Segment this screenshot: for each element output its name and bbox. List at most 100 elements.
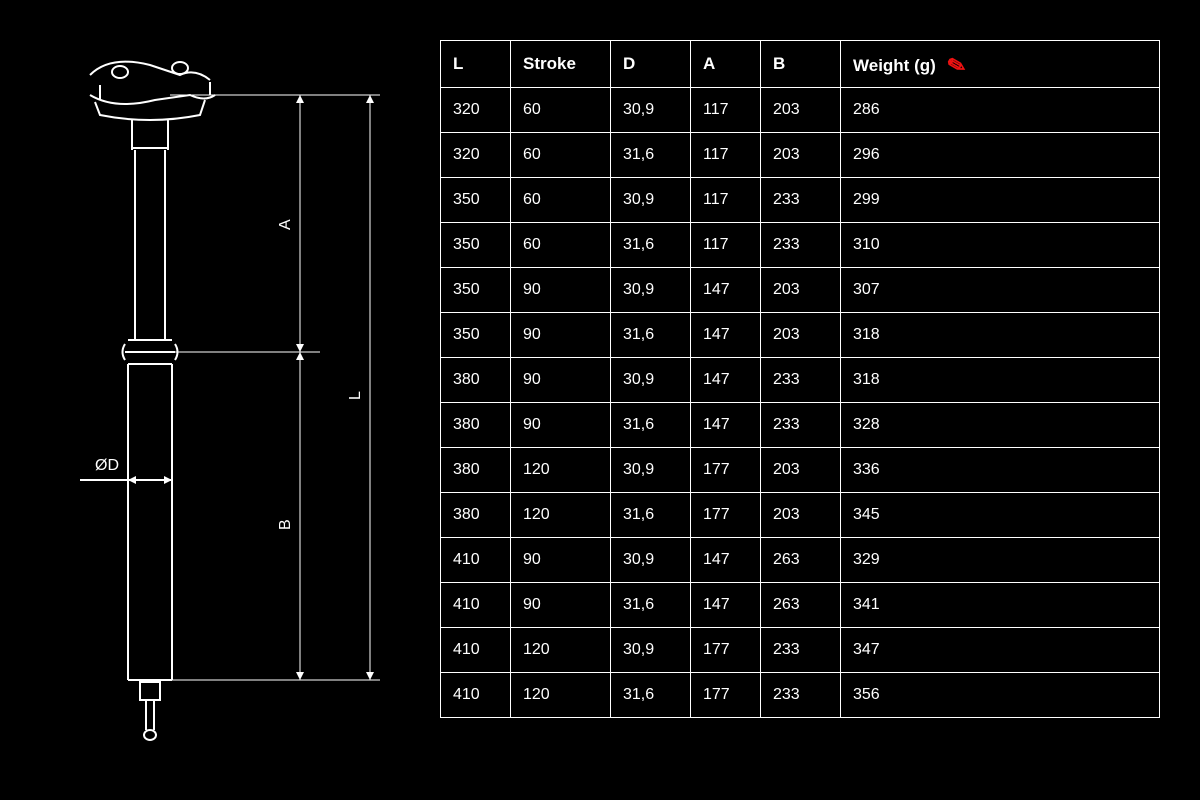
- cell-stroke: 120: [511, 493, 611, 538]
- table-row: 3509031,6147203318: [441, 313, 1160, 358]
- feather-icon: ✎: [944, 51, 969, 81]
- cell-weight: 307: [841, 268, 1160, 313]
- cell-l: 350: [441, 223, 511, 268]
- spec-table-container: L Stroke D A B Weight (g) ✎ 3206030,9117…: [420, 0, 1200, 718]
- cell-b: 233: [761, 178, 841, 223]
- cell-a: 147: [691, 583, 761, 628]
- cell-b: 233: [761, 673, 841, 718]
- col-header-a: A: [691, 41, 761, 88]
- table-row: 3509030,9147203307: [441, 268, 1160, 313]
- col-header-stroke: Stroke: [511, 41, 611, 88]
- cell-l: 350: [441, 268, 511, 313]
- table-row: 41012030,9177233347: [441, 628, 1160, 673]
- cell-b: 233: [761, 358, 841, 403]
- cell-l: 410: [441, 673, 511, 718]
- col-header-b: B: [761, 41, 841, 88]
- cell-d: 31,6: [611, 583, 691, 628]
- cell-l: 410: [441, 583, 511, 628]
- cell-stroke: 90: [511, 583, 611, 628]
- cell-b: 233: [761, 403, 841, 448]
- cell-stroke: 90: [511, 538, 611, 583]
- cell-weight: 299: [841, 178, 1160, 223]
- cell-b: 203: [761, 493, 841, 538]
- col-header-weight: Weight (g) ✎: [841, 41, 1160, 88]
- cell-d: 30,9: [611, 268, 691, 313]
- table-row: 38012031,6177203345: [441, 493, 1160, 538]
- table-row: 38012030,9177203336: [441, 448, 1160, 493]
- cell-weight: 345: [841, 493, 1160, 538]
- cell-weight: 336: [841, 448, 1160, 493]
- cell-a: 177: [691, 448, 761, 493]
- cell-weight: 341: [841, 583, 1160, 628]
- table-row: 3809030,9147233318: [441, 358, 1160, 403]
- cell-b: 263: [761, 538, 841, 583]
- cell-b: 203: [761, 88, 841, 133]
- cell-stroke: 60: [511, 223, 611, 268]
- cell-weight: 286: [841, 88, 1160, 133]
- cell-a: 117: [691, 178, 761, 223]
- table-row: 3506030,9117233299: [441, 178, 1160, 223]
- cell-d: 31,6: [611, 673, 691, 718]
- cell-weight: 329: [841, 538, 1160, 583]
- cell-l: 410: [441, 538, 511, 583]
- cell-stroke: 90: [511, 358, 611, 403]
- cell-b: 203: [761, 448, 841, 493]
- seatpost-diagram: ØD A B L: [0, 0, 420, 800]
- cell-stroke: 60: [511, 88, 611, 133]
- cell-b: 233: [761, 223, 841, 268]
- cell-l: 320: [441, 133, 511, 178]
- cell-b: 263: [761, 583, 841, 628]
- table-row: 4109030,9147263329: [441, 538, 1160, 583]
- dim-label-diameter: ØD: [95, 457, 119, 474]
- dim-label-a: A: [277, 219, 294, 230]
- cell-weight: 318: [841, 358, 1160, 403]
- cell-stroke: 60: [511, 178, 611, 223]
- cell-l: 350: [441, 178, 511, 223]
- cell-d: 30,9: [611, 178, 691, 223]
- cell-stroke: 60: [511, 133, 611, 178]
- cell-a: 177: [691, 673, 761, 718]
- cell-a: 147: [691, 403, 761, 448]
- cell-l: 410: [441, 628, 511, 673]
- dim-label-b: B: [277, 519, 294, 530]
- cell-a: 147: [691, 268, 761, 313]
- table-row: 3206030,9117203286: [441, 88, 1160, 133]
- cell-d: 30,9: [611, 88, 691, 133]
- cell-d: 31,6: [611, 313, 691, 358]
- cell-d: 30,9: [611, 358, 691, 403]
- col-header-d: D: [611, 41, 691, 88]
- cell-a: 147: [691, 538, 761, 583]
- col-header-l: L: [441, 41, 511, 88]
- cell-d: 31,6: [611, 403, 691, 448]
- cell-l: 380: [441, 358, 511, 403]
- cell-a: 177: [691, 493, 761, 538]
- cell-weight: 318: [841, 313, 1160, 358]
- cell-b: 233: [761, 628, 841, 673]
- cell-d: 31,6: [611, 223, 691, 268]
- cell-a: 147: [691, 313, 761, 358]
- table-row: 4109031,6147263341: [441, 583, 1160, 628]
- cell-stroke: 120: [511, 448, 611, 493]
- cell-stroke: 90: [511, 268, 611, 313]
- cell-d: 31,6: [611, 133, 691, 178]
- cell-d: 31,6: [611, 493, 691, 538]
- cell-weight: 328: [841, 403, 1160, 448]
- cell-d: 30,9: [611, 538, 691, 583]
- cell-a: 117: [691, 133, 761, 178]
- cell-stroke: 120: [511, 673, 611, 718]
- cell-weight: 296: [841, 133, 1160, 178]
- cell-d: 30,9: [611, 448, 691, 493]
- cell-weight: 310: [841, 223, 1160, 268]
- cell-weight: 356: [841, 673, 1160, 718]
- cell-a: 147: [691, 358, 761, 403]
- cell-stroke: 90: [511, 403, 611, 448]
- table-row: 3506031,6117233310: [441, 223, 1160, 268]
- cell-b: 203: [761, 313, 841, 358]
- table-header-row: L Stroke D A B Weight (g) ✎: [441, 41, 1160, 88]
- table-row: 3206031,6117203296: [441, 133, 1160, 178]
- cell-b: 203: [761, 133, 841, 178]
- cell-weight: 347: [841, 628, 1160, 673]
- cell-stroke: 120: [511, 628, 611, 673]
- table-row: 3809031,6147233328: [441, 403, 1160, 448]
- cell-stroke: 90: [511, 313, 611, 358]
